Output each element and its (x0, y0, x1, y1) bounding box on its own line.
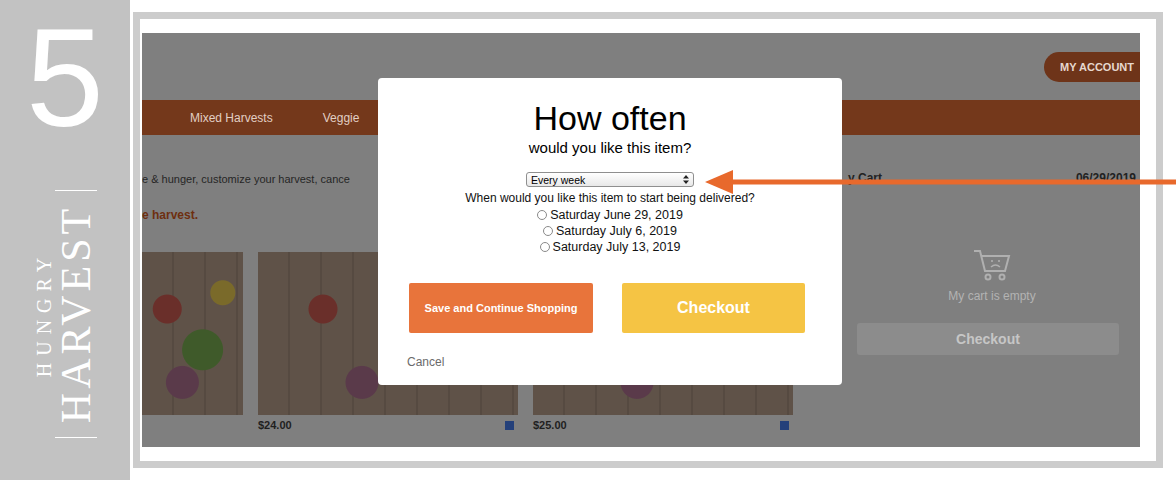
product-card[interactable] (142, 252, 243, 432)
product-price: $24.00 (258, 419, 292, 431)
product-price: $25.00 (533, 419, 567, 431)
step-number: 5 (26, 8, 104, 148)
modal-subtitle: would you like this item? (529, 139, 692, 156)
nav-item[interactable]: Mixed Harvests (190, 111, 273, 125)
account-button[interactable]: MY ACCOUNT (1044, 52, 1140, 82)
checkout-button[interactable]: Checkout (622, 283, 805, 333)
date-option[interactable]: Saturday July 13, 2019 (540, 239, 681, 255)
price-row: $24.00 (258, 418, 518, 432)
date-option[interactable]: Saturday July 6, 2019 (543, 223, 677, 239)
radio-button[interactable] (537, 210, 547, 220)
screenshot-frame: MY ACCOUNT Mixed Harvests Veggie e & hunger… (133, 12, 1163, 468)
annotation-arrow-icon (700, 167, 1176, 197)
price-row: $25.00 (533, 418, 793, 432)
main: MY ACCOUNT Mixed Harvests Veggie e & hunger… (130, 0, 1176, 480)
cart-empty-text: My cart is empty (848, 289, 1136, 303)
cart-icon-wrap (848, 247, 1136, 283)
date-option[interactable]: Saturday June 29, 2019 (537, 207, 683, 223)
logo: HUNGRYHARVEST (0, 148, 130, 480)
radio-button[interactable] (543, 226, 553, 236)
cart-checkout-button[interactable]: Checkout (857, 323, 1119, 355)
modal-buttons: Save and Continue Shopping Checkout (378, 283, 842, 333)
radio-button[interactable] (540, 242, 550, 252)
screenshot: MY ACCOUNT Mixed Harvests Veggie e & hunger… (142, 33, 1140, 447)
select-chevrons-icon (683, 175, 689, 184)
sidebar: 5 HUNGRYHARVEST (0, 0, 130, 480)
frequency-select[interactable]: Every week (526, 172, 694, 187)
frequency-modal: How often would you like this item? Every … (378, 78, 842, 385)
info-icon[interactable] (505, 421, 514, 430)
product-photo (142, 252, 243, 415)
save-continue-button[interactable]: Save and Continue Shopping (409, 283, 593, 333)
logo-text: HUNGRYHARVEST (33, 174, 97, 454)
info-icon[interactable] (780, 421, 789, 430)
logo-top: HUNGRY (33, 251, 55, 377)
start-prompt: When would you like this item to start b… (465, 191, 754, 205)
modal-title: How often (533, 100, 686, 137)
cancel-link[interactable]: Cancel (407, 355, 444, 369)
nav-item[interactable]: Veggie (323, 111, 360, 125)
slide: 5 HUNGRYHARVEST MY ACCOUNT Mixed Harvests Ve… (0, 0, 1176, 480)
cart-icon (972, 247, 1012, 283)
date-options: Saturday June 29, 2019Saturday July 6, 2… (537, 207, 683, 255)
logo-bottom: HARVEST (55, 190, 97, 438)
intro-text: e & hunger, customize your harvest, canc… (142, 173, 374, 185)
